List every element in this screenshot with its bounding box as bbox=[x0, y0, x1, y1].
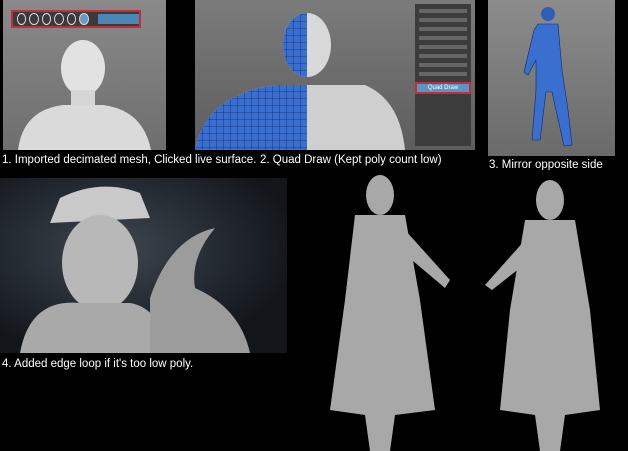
tool-icon bbox=[17, 13, 27, 25]
tool-icon bbox=[29, 13, 39, 25]
final-character-models bbox=[330, 175, 600, 451]
quad-draw-settings-panel: Quad Draw bbox=[415, 4, 471, 146]
live-surface-toolbar bbox=[11, 10, 141, 28]
final-character-front-back-views bbox=[300, 170, 628, 451]
caption-step1: 1. Imported decimated mesh, Clicked live… bbox=[2, 154, 257, 166]
quad-draw-button[interactable]: Quad Draw bbox=[415, 82, 471, 94]
character-face-wireframe bbox=[20, 186, 250, 353]
live-surface-field bbox=[97, 14, 140, 24]
tool-icon bbox=[66, 13, 77, 25]
caption-step4: 4. Added edge loop if it's too low poly. bbox=[2, 358, 194, 370]
tool-icon bbox=[41, 13, 52, 25]
mirrored-body-model bbox=[523, 7, 573, 147]
tool-icon bbox=[54, 13, 64, 25]
step3-image-mirror bbox=[488, 0, 615, 156]
step1-image-decimated-mesh bbox=[3, 0, 166, 150]
step2-image-quad-draw: Quad Draw bbox=[195, 0, 475, 150]
caption-step2: 2. Quad Draw (Kept poly count low) bbox=[260, 154, 442, 166]
live-surface-icon bbox=[79, 13, 89, 25]
step4-image-edge-loop-closeup bbox=[0, 178, 287, 353]
